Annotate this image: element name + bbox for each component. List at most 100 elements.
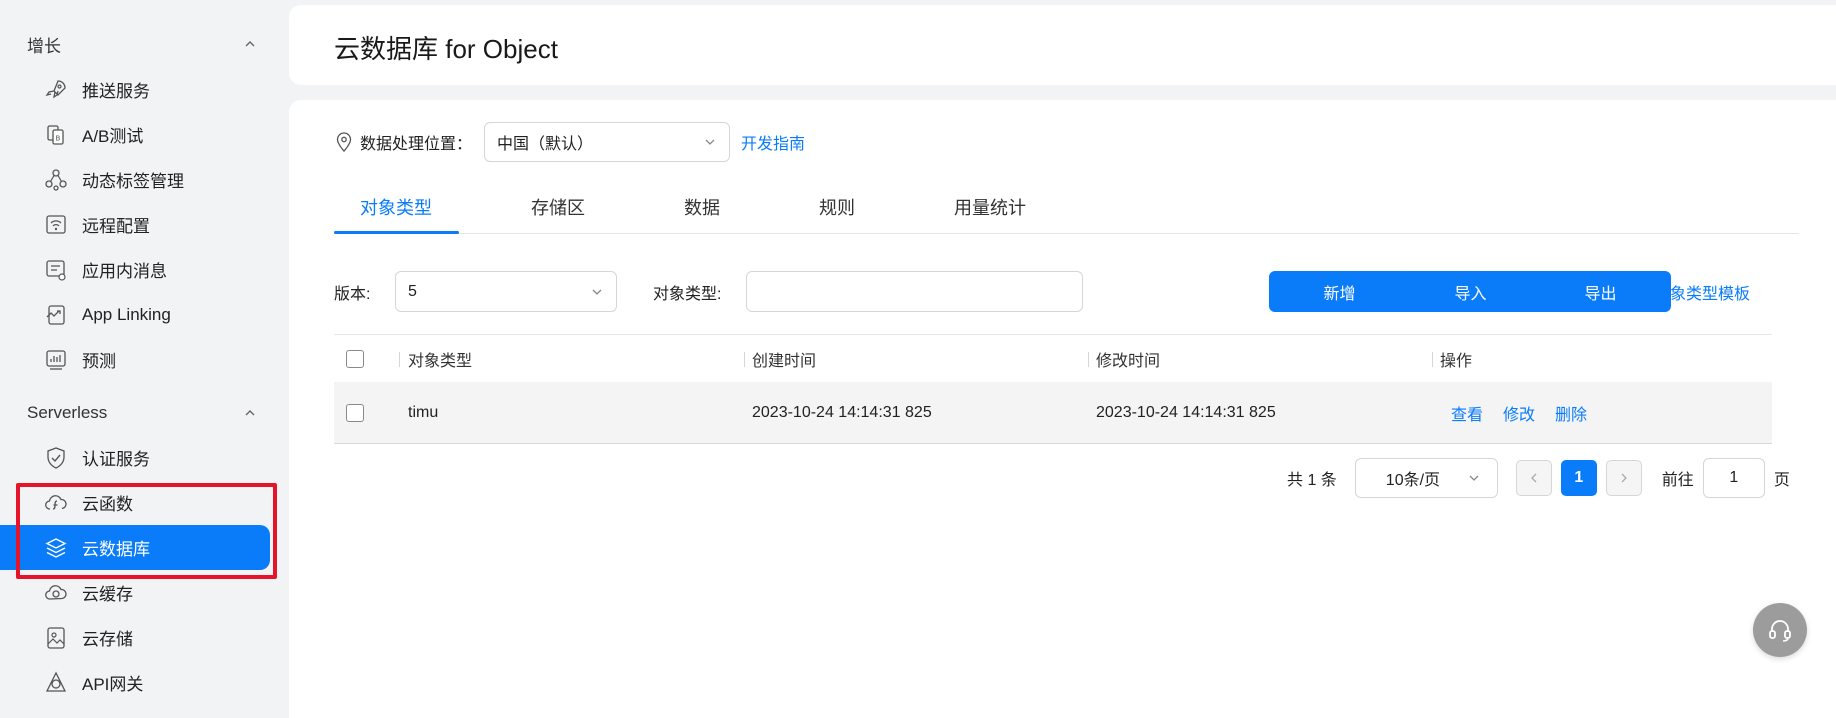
edit-link[interactable]: 修改 xyxy=(1503,407,1535,424)
table-row: timu 2023-10-24 14:14:31 825 2023-10-24 … xyxy=(334,382,1772,444)
object-type-filter-label: 对象类型: xyxy=(653,286,722,303)
page-size-value: 10条/页 xyxy=(1385,472,1441,489)
sidebar-item-label: 云数据库 xyxy=(82,540,150,559)
version-select[interactable]: 5 xyxy=(395,271,617,312)
column-divider xyxy=(1088,352,1089,367)
page-suffix: 页 xyxy=(1773,472,1790,489)
tab-usage-stats[interactable]: 用量统计 xyxy=(954,194,1026,220)
cloud-cache-icon xyxy=(45,584,67,600)
cell-created-time: 2023-10-24 14:14:31 825 xyxy=(752,403,932,421)
sidebar: 增长 推送服务 B A/B测试 动态标签管理 远程配置 应用内消息 App Li… xyxy=(0,0,288,718)
sidebar-group-growth[interactable]: 增长 xyxy=(27,29,257,59)
column-header-object-type[interactable]: 对象类型 xyxy=(408,347,472,371)
tab-storage-zones[interactable]: 存储区 xyxy=(531,194,585,220)
sidebar-item-app-linking[interactable]: App Linking xyxy=(0,292,270,337)
goto-page-value: 1 xyxy=(1729,469,1739,486)
sidebar-item-cloud-storage[interactable]: 云存储 xyxy=(0,615,270,660)
column-divider xyxy=(744,352,745,367)
customer-support-button[interactable] xyxy=(1753,603,1807,657)
prediction-icon xyxy=(46,349,66,370)
chevron-left-icon xyxy=(1530,473,1537,483)
chevron-down-icon xyxy=(1469,475,1479,481)
column-divider xyxy=(1432,352,1433,367)
next-page-button[interactable] xyxy=(1605,460,1642,496)
column-divider xyxy=(399,352,400,367)
page-size-select[interactable]: 10条/页 xyxy=(1354,458,1498,498)
sidebar-item-api-gateway[interactable]: API网关 xyxy=(0,660,270,705)
dev-guide-link[interactable]: 开发指南 xyxy=(741,130,805,154)
sidebar-group-serverless[interactable]: Serverless xyxy=(27,398,257,428)
sidebar-item-dynamic-tags[interactable]: 动态标签管理 xyxy=(0,157,270,202)
page-header: 云数据库 for Object xyxy=(289,5,1836,85)
shield-icon xyxy=(47,446,65,469)
sidebar-item-label: 动态标签管理 xyxy=(82,172,184,191)
ab-test-icon: B xyxy=(47,124,64,145)
column-header-operations: 操作 xyxy=(1440,352,1473,370)
chevron-down-icon xyxy=(705,139,715,145)
select-all-checkbox[interactable] xyxy=(346,349,364,368)
sidebar-item-label: A/B测试 xyxy=(82,127,144,146)
nodes-icon xyxy=(45,168,67,191)
sidebar-item-auth[interactable]: 认证服务 xyxy=(0,435,270,480)
cell-object-type: timu xyxy=(408,403,439,421)
object-type-template-link[interactable]: 对象类型模板 xyxy=(1654,280,1750,304)
add-button[interactable]: 新增 xyxy=(1269,271,1410,312)
view-link[interactable]: 查看 xyxy=(1451,407,1483,424)
data-location-row: 数据处理位置： 中国（默认） 开发指南 xyxy=(334,122,805,162)
sidebar-item-label: 推送服务 xyxy=(82,82,150,101)
column-header-modified[interactable]: 修改时间 xyxy=(1096,347,1160,371)
rocket-icon xyxy=(45,79,66,98)
row-checkbox[interactable] xyxy=(346,403,364,422)
headset-icon xyxy=(1769,620,1791,642)
sidebar-item-push[interactable]: 推送服务 xyxy=(0,67,270,112)
data-location-label: 数据处理位置： xyxy=(360,136,473,153)
sidebar-item-label: 应用内消息 xyxy=(82,262,167,281)
sidebar-item-remote-config[interactable]: 远程配置 xyxy=(0,202,270,247)
sidebar-item-cloud-functions[interactable]: 云函数 xyxy=(0,480,270,525)
tab-rules[interactable]: 规则 xyxy=(819,194,855,220)
sidebar-item-cloud-cache[interactable]: 云缓存 xyxy=(0,570,270,615)
api-gateway-icon xyxy=(45,671,67,692)
sidebar-item-prediction[interactable]: 预测 xyxy=(0,337,270,382)
svg-text:B: B xyxy=(56,134,61,142)
import-button[interactable]: 导入 xyxy=(1400,271,1541,312)
sidebar-item-ab-test[interactable]: B A/B测试 xyxy=(0,112,270,157)
sidebar-item-cloud-db[interactable]: 云数据库 xyxy=(0,525,270,570)
tab-bar: 对象类型 存储区 数据 规则 用量统计 xyxy=(334,188,1799,234)
sidebar-item-in-app-message[interactable]: 应用内消息 xyxy=(0,247,270,292)
sidebar-item-label: 云存储 xyxy=(82,630,133,649)
chevron-up-icon xyxy=(245,41,255,47)
export-button[interactable]: 导出 xyxy=(1530,271,1671,312)
sidebar-item-label: 云函数 xyxy=(82,495,133,514)
column-header-created[interactable]: 创建时间 xyxy=(752,347,816,371)
sidebar-group-label: 增长 xyxy=(27,36,61,56)
page-title: 云数据库 for Object xyxy=(334,34,558,64)
version-label: 版本: xyxy=(334,286,371,303)
active-tab-indicator xyxy=(334,231,459,234)
chevron-up-icon xyxy=(245,410,255,416)
sidebar-item-label: 预测 xyxy=(82,352,116,371)
version-value: 5 xyxy=(408,282,417,300)
row-actions: 查看 修改 删除 xyxy=(1451,401,1607,425)
message-icon xyxy=(46,259,66,281)
sidebar-item-label: App Linking xyxy=(82,304,171,324)
pagination: 共 1 条 10条/页 1 前往 1 页 xyxy=(1287,458,1790,498)
object-type-filter-input[interactable] xyxy=(746,271,1083,312)
page-number-current[interactable]: 1 xyxy=(1560,460,1597,496)
goto-label: 前往 xyxy=(1661,472,1694,489)
delete-link[interactable]: 删除 xyxy=(1555,407,1587,424)
prev-page-button[interactable] xyxy=(1515,460,1552,496)
link-icon xyxy=(46,304,65,325)
data-location-select[interactable]: 中国（默认） xyxy=(484,122,731,162)
table-header: 对象类型 创建时间 修改时间 操作 xyxy=(334,334,1772,382)
tab-data[interactable]: 数据 xyxy=(684,194,720,220)
remote-config-icon xyxy=(46,214,66,234)
tab-object-types[interactable]: 对象类型 xyxy=(360,194,432,220)
data-location-value: 中国（默认） xyxy=(497,136,594,153)
cloud-storage-icon xyxy=(47,626,65,649)
sidebar-item-label: 远程配置 xyxy=(82,217,150,236)
total-count: 共 1 条 xyxy=(1287,472,1337,489)
object-types-table: 对象类型 创建时间 修改时间 操作 timu 2023-10-24 14:14:… xyxy=(334,334,1772,444)
goto-page-input[interactable]: 1 xyxy=(1702,458,1765,498)
sidebar-item-label: API网关 xyxy=(82,675,144,694)
